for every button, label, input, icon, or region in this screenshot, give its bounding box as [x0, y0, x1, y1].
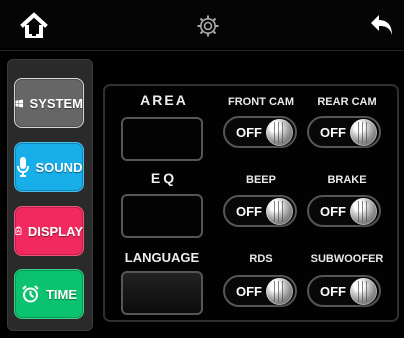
home-icon[interactable] [17, 8, 51, 42]
rear-cam-label: REAR CAM [317, 96, 377, 108]
top-bar [0, 0, 404, 48]
sidebar-item-label: TIME [45, 286, 78, 302]
windows-icon [15, 99, 24, 107]
microphone-icon [16, 157, 29, 177]
sidebar-item-label: SYSTEM [29, 95, 83, 111]
sidebar-item-label: SOUND [35, 159, 83, 175]
toggle-state: OFF [236, 204, 262, 219]
alarm-clock-icon [22, 285, 39, 303]
rds-toggle[interactable]: OFF [223, 275, 297, 307]
toggle-state: OFF [320, 284, 346, 299]
toggle-knob [350, 119, 377, 146]
beep-label: BEEP [246, 174, 276, 186]
toggle-knob [350, 278, 377, 305]
beep-toggle[interactable]: OFF [223, 195, 297, 227]
area-label: AREA [140, 92, 188, 108]
toggle-state: OFF [236, 284, 262, 299]
sidebar-item-label: DISPLAY [27, 223, 83, 239]
subwoofer-label: SUBWOOFER [310, 253, 384, 265]
home-icon-shape [20, 12, 48, 38]
back-arrow-icon-shape [371, 15, 392, 35]
front-cam-toggle[interactable]: OFF [223, 116, 297, 148]
eq-label: EQ [150, 170, 178, 186]
back-arrow-icon[interactable] [365, 8, 399, 42]
eq-selector[interactable] [121, 194, 203, 238]
toggle-state: OFF [236, 125, 262, 140]
front-cam-label: FRONT CAM [228, 96, 294, 108]
rear-cam-toggle[interactable]: OFF [307, 116, 381, 148]
toggle-state: OFF [320, 204, 346, 219]
sidebar-item-sound[interactable]: SOUND [14, 142, 84, 192]
toggle-knob [266, 278, 293, 305]
gear-icon[interactable] [196, 14, 220, 38]
sidebar-item-time[interactable]: TIME [14, 269, 84, 319]
toggle-knob [266, 198, 293, 225]
brake-label: BRAKE [327, 174, 367, 186]
sidebar-item-display[interactable]: DISPLAY [14, 206, 84, 256]
sidebar-item-system[interactable]: SYSTEM [14, 78, 84, 128]
settings-panel: AREA EQ LANGUAGE FRONT CAM OFF REAR CAM … [103, 84, 399, 322]
brake-toggle[interactable]: OFF [307, 195, 381, 227]
rds-label: RDS [249, 253, 273, 265]
toggle-knob [350, 198, 377, 225]
area-selector[interactable] [121, 117, 203, 161]
settings-screen: SYSTEM SOUND DISPLAY TIME AREA EQ LANGUA… [0, 0, 404, 338]
gear-icon-shape [197, 15, 219, 37]
toggle-state: OFF [320, 125, 346, 140]
language-selector[interactable] [121, 271, 203, 315]
subwoofer-toggle[interactable]: OFF [307, 275, 381, 307]
top-divider [0, 50, 404, 51]
display-icon [15, 226, 22, 235]
language-label: LANGUAGE [124, 250, 200, 265]
toggle-knob [266, 119, 293, 146]
sidebar: SYSTEM SOUND DISPLAY TIME [7, 59, 93, 331]
